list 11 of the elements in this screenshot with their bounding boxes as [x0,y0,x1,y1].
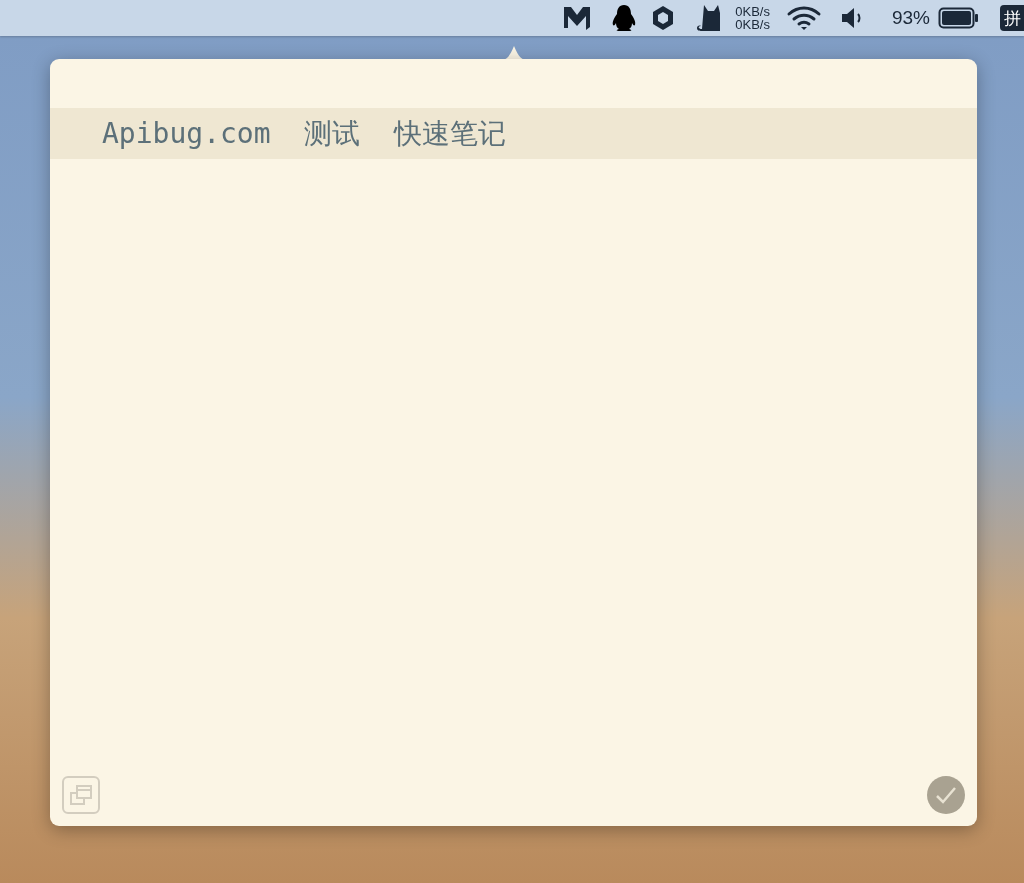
checkmark-icon [935,786,957,804]
download-speed-text: 0KB/s [735,18,770,31]
upload-speed-text: 0KB/s [735,5,770,18]
penguin-icon[interactable] [611,4,638,32]
hexagon-icon[interactable] [651,5,676,31]
windows-icon [69,784,93,806]
battery-percent-text: 93% [891,7,930,29]
m-logo-icon[interactable] [563,5,592,31]
input-method-indicator[interactable]: 拼 [1000,5,1024,31]
wifi-icon[interactable] [785,6,822,30]
battery-icon[interactable] [938,7,980,29]
